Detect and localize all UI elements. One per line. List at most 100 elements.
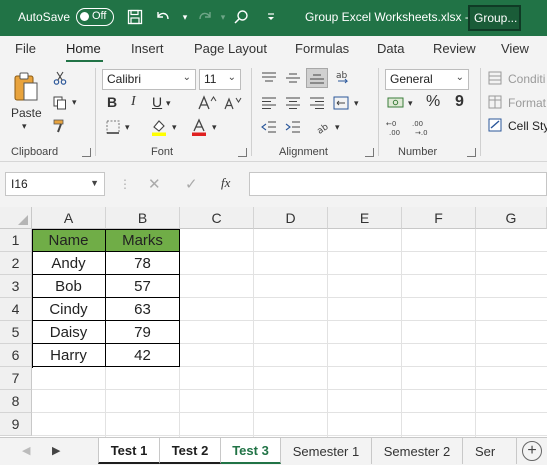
decrease-font-icon[interactable] [222,94,244,112]
increase-decimal-icon[interactable]: ←0.00 [386,118,408,138]
group-indicator[interactable]: Group... [468,5,521,31]
decrease-decimal-icon[interactable]: .00 →.0 [412,118,434,138]
number-launcher-icon[interactable] [467,148,476,157]
italic-button[interactable]: I [131,94,136,110]
table-cell-name[interactable]: Bob [32,275,106,298]
column-header-g[interactable]: G [476,207,547,229]
column-header-b[interactable]: B [106,207,180,229]
copy-icon[interactable] [52,95,68,111]
scroll-tabs-right-icon[interactable]: ▶ [52,444,60,457]
underline-dropdown-icon[interactable]: ▾ [166,98,171,109]
save-icon[interactable] [126,8,144,26]
column-header-d[interactable]: D [254,207,328,229]
tab-page-layout[interactable]: Page Layout [194,41,267,56]
fill-color-dropdown-icon[interactable]: ▾ [172,122,177,133]
scroll-tabs-left-icon[interactable]: ◀ [22,444,30,457]
alignment-launcher-icon[interactable] [365,148,374,157]
decrease-indent-icon[interactable] [260,119,278,135]
table-cell-marks[interactable]: 78 [106,252,180,275]
bold-button[interactable]: B [107,94,117,110]
column-header-f[interactable]: F [402,207,476,229]
tab-file[interactable]: File [15,41,36,56]
format-as-table-icon[interactable] [488,95,502,109]
accounting-dropdown-icon[interactable]: ▾ [408,98,413,109]
row-header-9[interactable]: 9 [0,413,32,436]
cut-icon[interactable] [52,70,68,86]
increase-indent-icon[interactable] [284,119,302,135]
autosave-toggle[interactable]: Off [76,8,114,26]
row-header-8[interactable]: 8 [0,390,32,413]
merge-dropdown-icon[interactable]: ▾ [354,98,359,109]
tab-insert[interactable]: Insert [131,41,164,56]
tab-formulas[interactable]: Formulas [295,41,349,56]
paste-label[interactable]: Paste [11,106,42,120]
font-launcher-icon[interactable] [238,148,247,157]
fill-color-icon[interactable] [149,117,169,137]
tab-view[interactable]: View [501,41,529,56]
row-header-2[interactable]: 2 [0,252,32,275]
row-header-7[interactable]: 7 [0,367,32,390]
copy-dropdown-icon[interactable]: ▾ [72,97,77,108]
text-direction-icon[interactable]: ab [314,118,332,136]
align-right-icon[interactable] [308,95,326,111]
accounting-format-icon[interactable] [386,94,406,112]
borders-icon[interactable] [104,118,122,136]
clipboard-launcher-icon[interactable] [82,148,91,157]
insert-function-button[interactable]: fx [221,175,230,191]
column-header-e[interactable]: E [328,207,402,229]
underline-button[interactable]: U [152,94,162,110]
table-cell-name[interactable]: Harry [32,344,106,367]
name-box[interactable]: I16 ▼ [5,172,105,196]
table-cell-name[interactable]: Andy [32,252,106,275]
comma-style-button[interactable]: 9 [455,93,464,111]
orientation-icon[interactable]: ab [334,68,352,88]
font-size-select[interactable]: 11 ⌄ [199,69,241,90]
table-cell-marks[interactable]: 57 [106,275,180,298]
font-name-select[interactable]: Calibri ⌄ [102,69,196,90]
orientation-dropdown-icon[interactable]: ▾ [335,122,340,133]
number-format-select[interactable]: General ⌄ [385,69,469,90]
tab-review[interactable]: Review [433,41,476,56]
formula-input[interactable] [249,172,547,196]
enter-icon[interactable]: ✓ [185,175,198,193]
table-cell-marks[interactable]: 63 [106,298,180,321]
row-header-6[interactable]: 6 [0,344,32,367]
paste-icon[interactable] [12,70,40,104]
sheet-tab-semester-2[interactable]: Semester 2 [372,438,463,464]
increase-font-icon[interactable] [196,94,218,112]
row-header-5[interactable]: 5 [0,321,32,344]
font-color-icon[interactable] [189,117,209,137]
sheet-tab-test-1[interactable]: Test 1 [98,438,160,464]
table-header-name[interactable]: Name [32,229,106,252]
tab-home[interactable]: Home [66,41,101,56]
table-cell-marks[interactable]: 42 [106,344,180,367]
customize-toolbar-icon[interactable] [262,8,280,26]
sheet-tab-semester-1[interactable]: Semester 1 [281,438,372,464]
select-all-button[interactable] [0,207,32,229]
align-bottom-icon[interactable] [306,68,328,88]
formula-bar-grip-icon[interactable]: ⋮ [119,177,131,191]
tab-data[interactable]: Data [377,41,404,56]
add-sheet-icon[interactable]: + [522,441,542,461]
paste-dropdown-icon[interactable]: ▾ [22,121,27,132]
borders-dropdown-icon[interactable]: ▾ [125,122,130,133]
search-icon[interactable] [232,8,250,26]
table-cell-name[interactable]: Daisy [32,321,106,344]
table-header-marks[interactable]: Marks [106,229,180,252]
conditional-formatting-icon[interactable] [488,71,502,85]
sheet-tab-test-3[interactable]: Test 3 [221,438,281,464]
align-top-icon[interactable] [260,70,278,86]
undo-dropdown-icon[interactable]: ▾ [176,8,194,26]
table-cell-marks[interactable]: 79 [106,321,180,344]
conditional-formatting-button[interactable]: Conditi [508,72,545,86]
row-header-4[interactable]: 4 [0,298,32,321]
undo-icon[interactable] [154,8,172,26]
row-header-1[interactable]: 1 [0,229,32,252]
wrap-text-icon[interactable] [332,95,350,111]
align-middle-icon[interactable] [284,70,302,86]
column-header-a[interactable]: A [32,207,106,229]
cell-styles-icon[interactable] [488,118,502,132]
sheet-tab-semester-3[interactable]: Ser [463,438,517,464]
table-cell-name[interactable]: Cindy [32,298,106,321]
format-painter-icon[interactable] [52,118,68,134]
